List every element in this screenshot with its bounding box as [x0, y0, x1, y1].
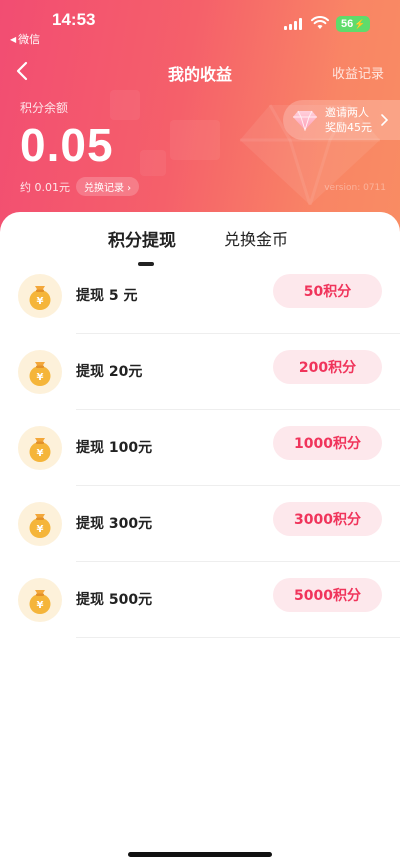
- redeem-points-button[interactable]: 200积分: [273, 350, 382, 384]
- withdraw-option: ¥ 提现 500元 5000积分: [0, 562, 400, 638]
- invite-text: 邀请两人 奖励45元: [325, 105, 372, 135]
- svg-text:¥: ¥: [37, 524, 44, 535]
- charging-bolt-icon: ⚡: [354, 18, 366, 29]
- wifi-icon: [311, 16, 329, 29]
- redeem-points-button[interactable]: 3000积分: [273, 502, 382, 536]
- svg-text:¥: ¥: [37, 372, 44, 383]
- nav-bar: 我的收益 收益记录: [0, 56, 400, 86]
- decor-square: [170, 120, 220, 160]
- version-text: version: 0711: [324, 183, 386, 193]
- money-bag-icon: ¥: [18, 578, 62, 622]
- points-balance-label: 积分余额: [20, 101, 69, 115]
- tab-bar: 积分提现 兑换金币: [0, 226, 400, 266]
- withdraw-amount-label: 提现 5 元: [76, 288, 138, 304]
- money-bag-icon: ¥: [18, 350, 62, 394]
- withdraw-amount-label: 提现 500元: [76, 592, 153, 608]
- money-bag-icon: ¥: [18, 502, 62, 546]
- redeem-points-button[interactable]: 50积分: [273, 274, 382, 308]
- withdraw-list: ¥ 提现 5 元 50积分 ¥ 提现 20元 200积分 ¥ 提现 100元 1…: [0, 258, 400, 638]
- back-triangle-icon: ◀: [10, 34, 17, 44]
- content-card: 积分提现 兑换金币 ¥ 提现 5 元 50积分 ¥ 提现 20元 200积分 ¥…: [0, 212, 400, 866]
- invite-banner[interactable]: 邀请两人 奖励45元: [283, 100, 400, 140]
- home-indicator[interactable]: [128, 852, 272, 857]
- decor-square: [110, 90, 140, 120]
- withdraw-amount-label: 提现 300元: [76, 516, 153, 532]
- withdraw-amount-label: 提现 20元: [76, 364, 143, 380]
- approx-value: 约 0.01元 兑换记录 ›: [20, 177, 140, 196]
- battery-indicator: 56 ⚡: [336, 16, 371, 32]
- battery-level: 56: [341, 18, 354, 30]
- status-bar: 14:53 ◀ 微信 56 ⚡: [0, 0, 400, 48]
- tab-exchange-coins[interactable]: 兑换金币: [224, 226, 288, 250]
- svg-text:¥: ¥: [37, 296, 44, 307]
- money-bag-icon: ¥: [18, 274, 62, 318]
- invite-line1: 邀请两人: [325, 106, 369, 119]
- withdraw-option: ¥ 提现 300元 3000积分: [0, 486, 400, 562]
- diamond-icon: [293, 110, 317, 131]
- points-balance-value: 0.05: [20, 119, 114, 171]
- redeem-points-button[interactable]: 5000积分: [273, 578, 382, 612]
- withdraw-option: ¥ 提现 5 元 50积分: [0, 258, 400, 334]
- back-to-app-link[interactable]: ◀ 微信: [10, 31, 40, 47]
- money-bag-icon: ¥: [18, 426, 62, 470]
- invite-line2: 奖励45元: [325, 121, 372, 134]
- withdraw-option: ¥ 提现 20元 200积分: [0, 334, 400, 410]
- withdraw-option: ¥ 提现 100元 1000积分: [0, 410, 400, 486]
- withdraw-amount-label: 提现 100元: [76, 440, 153, 456]
- approx-value-text: 约 0.01元: [20, 180, 70, 194]
- status-time: 14:53: [52, 10, 96, 29]
- earnings-record-link[interactable]: 收益记录: [332, 63, 384, 82]
- row-divider: [76, 637, 400, 638]
- decor-square: [140, 150, 166, 176]
- svg-text:¥: ¥: [37, 600, 44, 611]
- back-app-label: 微信: [18, 33, 41, 46]
- svg-text:¥: ¥: [37, 448, 44, 459]
- redeem-points-button[interactable]: 1000积分: [273, 426, 382, 460]
- header-banner: 14:53 ◀ 微信 56 ⚡ 我的收益 收益记录 积分余额 0.05 约 0.…: [0, 0, 400, 240]
- exchange-record-button[interactable]: 兑换记录 ›: [76, 177, 140, 196]
- cellular-signal-icon: [284, 18, 304, 30]
- chevron-right-icon: [381, 114, 388, 126]
- tab-points-withdraw[interactable]: 积分提现: [108, 226, 176, 251]
